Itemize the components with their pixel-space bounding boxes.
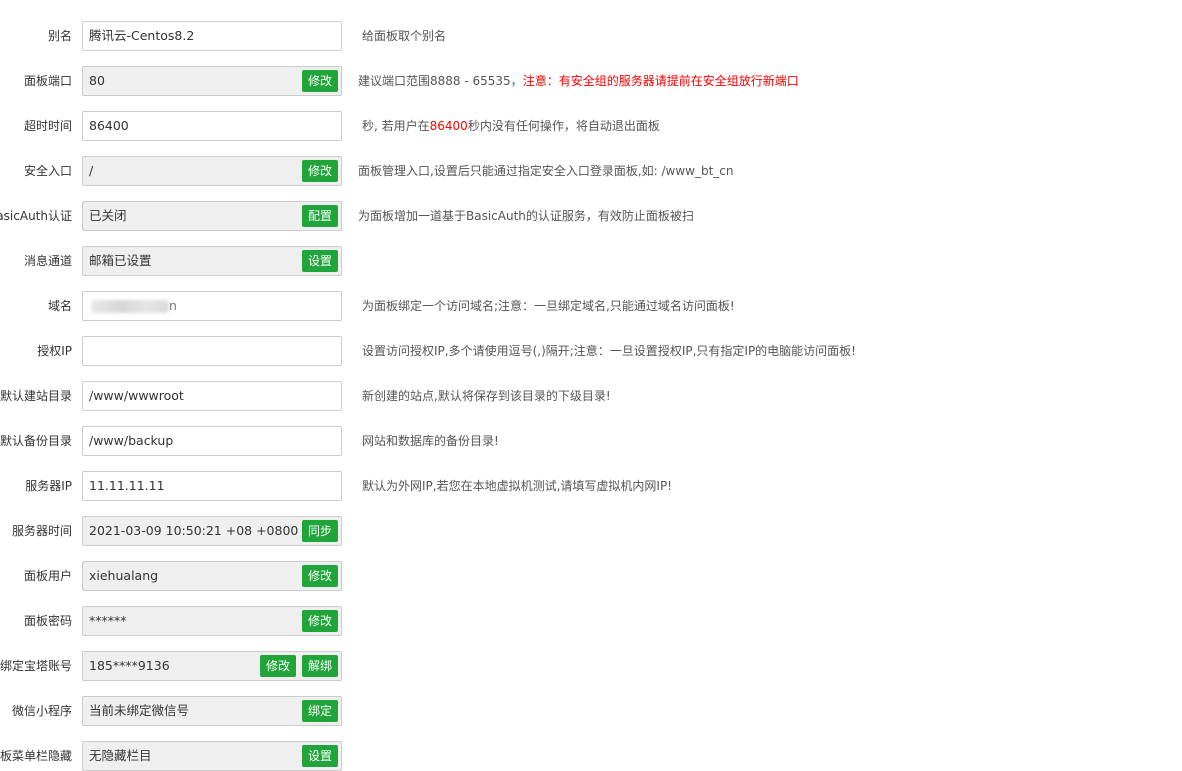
- panel-password-value: ******: [89, 613, 127, 628]
- server-time-input: 2021-03-09 10:50:21 +08 +0800 同步: [82, 516, 342, 546]
- wechat-row: 微信小程序 当前未绑定微信号 绑定: [0, 696, 1182, 726]
- entry-input: / 修改: [82, 156, 342, 186]
- alias-label: 别名: [47, 29, 72, 43]
- sync-time-button[interactable]: 同步: [301, 520, 338, 542]
- panel-user-input: xiehualang 修改: [82, 561, 342, 591]
- backup-hint: 网站和数据库的备份目录!: [362, 434, 499, 448]
- server-ip-label: 服务器IP: [25, 479, 72, 493]
- basicauth-hint: 为面板增加一道基于BasicAuth的认证服务，有效防止面板被扫: [358, 209, 694, 223]
- domain-hint: 为面板绑定一个访问域名;注意：一旦绑定域名,只能通过域名访问面板!: [362, 299, 735, 313]
- auth-ip-value: [89, 337, 335, 365]
- timeout-hint-b: 秒内没有任何操作，将自动退出面板: [467, 119, 660, 133]
- wechat-label: 微信小程序: [11, 704, 72, 718]
- panel-user-value: xiehualang: [89, 568, 159, 583]
- port-hint-warning: 注意：有安全组的服务器请提前在安全组放行新端口: [522, 74, 799, 88]
- bt-account-modify-button[interactable]: 修改: [259, 655, 296, 677]
- auth-ip-row: 授权IP 设置访问授权IP,多个请使用逗号(,)隔开;注意：一旦设置授权IP,只…: [0, 336, 1182, 366]
- backup-row: 默认备份目录 /www/backup 网站和数据库的备份目录!: [0, 426, 1182, 456]
- backup-value: /www/backup: [89, 433, 174, 448]
- msg-input: 邮箱已设置 设置: [82, 246, 342, 276]
- timeout-row: 超时时间 86400 秒, 若用户在86400秒内没有任何操作，将自动退出面板: [0, 111, 1182, 141]
- siteroot-row: 默认建站目录 /www/wwwroot 新创建的站点,默认将保存到该目录的下级目…: [0, 381, 1182, 411]
- auth-ip-label: 授权IP: [37, 344, 72, 358]
- panel-password-label: 面板密码: [23, 614, 72, 628]
- basicauth-value: 已关闭: [89, 208, 127, 223]
- port-label: 面板端口: [23, 74, 72, 88]
- msg-label: 消息通道: [23, 254, 72, 268]
- msg-value: 邮箱已设置: [89, 253, 152, 268]
- server-ip-input[interactable]: 11.11.11.11: [82, 471, 342, 501]
- bt-account-label: 绑定宝塔账号: [0, 659, 72, 673]
- menu-hide-row: 面板菜单栏隐藏 无隐藏栏目 设置: [0, 741, 1182, 771]
- bt-account-unbind-button[interactable]: 解绑: [301, 655, 338, 677]
- timeout-hint: 秒, 若用户在86400秒内没有任何操作，将自动退出面板: [362, 111, 660, 141]
- panel-user-row: 面板用户 xiehualang 修改: [0, 561, 1182, 591]
- domain-redacted-blur: [91, 300, 169, 313]
- alias-hint: 给面板取个别名: [362, 29, 447, 43]
- server-ip-value: 11.11.11.11: [89, 478, 165, 493]
- basicauth-input: 已关闭 配置: [82, 201, 342, 231]
- msg-row: 消息通道 邮箱已设置 设置: [0, 246, 1182, 276]
- port-hint: 建议端口范围8888 - 65535，注意：有安全组的服务器请提前在安全组放行新…: [358, 66, 799, 96]
- bt-account-row: 绑定宝塔账号 185****9136 修改 解绑: [0, 651, 1182, 681]
- basicauth-config-button[interactable]: 配置: [301, 205, 338, 227]
- entry-modify-button[interactable]: 修改: [301, 160, 338, 182]
- auth-ip-input[interactable]: [82, 336, 342, 366]
- alias-row: 别名 腾讯云-Centos8.2 给面板取个别名: [0, 21, 1182, 51]
- wechat-bind-button[interactable]: 绑定: [301, 700, 338, 722]
- domain-row: 域名 n 为面板绑定一个访问域名;注意：一旦绑定域名,只能通过域名访问面板!: [0, 291, 1182, 321]
- siteroot-label: 默认建站目录: [0, 389, 72, 403]
- alias-value: 腾讯云-Centos8.2: [89, 28, 195, 43]
- port-row: 面板端口 80 修改 建议端口范围8888 - 65535，注意：有安全组的服务…: [0, 66, 1182, 96]
- panel-password-input: ****** 修改: [82, 606, 342, 636]
- basicauth-label: BasicAuth认证: [0, 209, 72, 223]
- entry-value: /: [89, 163, 94, 178]
- bt-account-input: 185****9136 修改 解绑: [82, 651, 342, 681]
- siteroot-hint: 新创建的站点,默认将保存到该目录的下级目录!: [362, 389, 611, 403]
- server-time-label: 服务器时间: [11, 524, 72, 538]
- basicauth-row: BasicAuth认证 已关闭 配置 为面板增加一道基于BasicAuth的认证…: [0, 201, 1182, 231]
- menu-hide-input: 无隐藏栏目 设置: [82, 741, 342, 771]
- menu-hide-label: 面板菜单栏隐藏: [0, 749, 72, 763]
- domain-value-tail: n: [169, 298, 177, 313]
- siteroot-value: /www/wwwroot: [89, 388, 184, 403]
- domain-input[interactable]: n: [82, 291, 342, 321]
- port-input: 80 修改: [82, 66, 342, 96]
- msg-settings-button[interactable]: 设置: [301, 250, 338, 272]
- timeout-hint-a: 秒, 若用户在: [362, 119, 430, 133]
- port-value: 80: [89, 73, 105, 88]
- server-time-row: 服务器时间 2021-03-09 10:50:21 +08 +0800 同步: [0, 516, 1182, 546]
- bt-account-value: 185****9136: [89, 658, 170, 673]
- panel-user-label: 面板用户: [23, 569, 72, 583]
- timeout-input[interactable]: 86400: [82, 111, 342, 141]
- menu-hide-value: 无隐藏栏目: [89, 748, 152, 763]
- entry-hint: 面板管理入口,设置后只能通过指定安全入口登录面板,如: /www_bt_cn: [358, 164, 734, 178]
- wechat-value: 当前未绑定微信号: [89, 703, 190, 718]
- panel-password-modify-button[interactable]: 修改: [301, 610, 338, 632]
- port-modify-button[interactable]: 修改: [301, 70, 338, 92]
- siteroot-input[interactable]: /www/wwwroot: [82, 381, 342, 411]
- server-ip-hint: 默认为外网IP,若您在本地虚拟机测试,请填写虚拟机内网IP!: [362, 479, 672, 493]
- port-hint-text: 建议端口范围8888 - 65535，: [358, 74, 523, 88]
- auth-ip-hint: 设置访问授权IP,多个请使用逗号(,)隔开;注意：一旦设置授权IP,只有指定IP…: [362, 344, 856, 358]
- timeout-hint-seconds: 86400: [429, 119, 468, 133]
- panel-user-modify-button[interactable]: 修改: [301, 565, 338, 587]
- server-time-value: 2021-03-09 10:50:21 +08 +0800: [89, 523, 299, 538]
- server-ip-row: 服务器IP 11.11.11.11 默认为外网IP,若您在本地虚拟机测试,请填写…: [0, 471, 1182, 501]
- wechat-input: 当前未绑定微信号 绑定: [82, 696, 342, 726]
- menu-hide-settings-button[interactable]: 设置: [301, 745, 338, 767]
- timeout-value: 86400: [89, 118, 129, 133]
- alias-input[interactable]: 腾讯云-Centos8.2: [82, 21, 342, 51]
- domain-label: 域名: [47, 299, 72, 313]
- entry-label: 安全入口: [23, 164, 72, 178]
- entry-row: 安全入口 / 修改 面板管理入口,设置后只能通过指定安全入口登录面板,如: /w…: [0, 156, 1182, 186]
- panel-password-row: 面板密码 ****** 修改: [0, 606, 1182, 636]
- backup-input[interactable]: /www/backup: [82, 426, 342, 456]
- timeout-label: 超时时间: [23, 119, 72, 133]
- backup-label: 默认备份目录: [0, 434, 72, 448]
